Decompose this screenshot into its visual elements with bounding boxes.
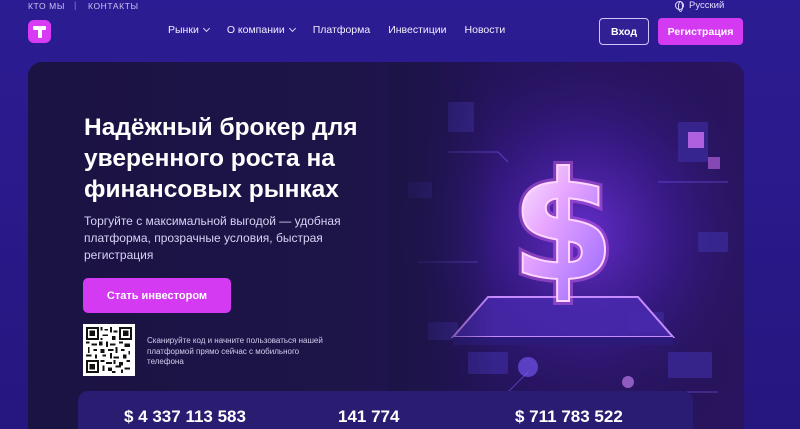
login-button[interactable]: Вход xyxy=(599,18,649,45)
nav-item-label: Инвестиции xyxy=(388,24,447,36)
language-label: Русский xyxy=(689,0,725,11)
stat-value: $ 711 783 522 xyxy=(515,407,623,426)
nav-item-investments[interactable]: Инвестиции xyxy=(388,24,446,36)
nav-item-news[interactable]: Новости xyxy=(465,24,506,36)
qr-caption: Сканируйте код и начните пользоваться на… xyxy=(147,336,323,366)
nav-item-label: О компании xyxy=(226,24,285,36)
top-link-contacts[interactable]: КОНТАКТЫ xyxy=(88,1,139,11)
neon-dollar-sign-icon: $ $ xyxy=(388,62,744,429)
hero-title: Надёжный брокер для уверенного роста на … xyxy=(84,114,358,203)
brand-logo[interactable] xyxy=(28,20,51,43)
globe-icon xyxy=(675,1,684,12)
main-nav: Рынки О компании Платформа Инвестиции Но… xyxy=(168,24,505,36)
become-investor-button[interactable]: Стать инвестором xyxy=(83,278,231,313)
top-strip: КТО МЫ | КОНТАКТЫ Русский xyxy=(0,0,800,14)
stat-value: $ 4 337 113 583 xyxy=(124,407,246,426)
register-button[interactable]: Регистрация xyxy=(658,18,743,45)
stat-value: 141 774 xyxy=(338,407,400,426)
qr-code[interactable] xyxy=(83,324,135,376)
nav-item-company[interactable]: О компании xyxy=(226,24,296,36)
nav-item-label: Рынки xyxy=(168,24,199,36)
top-link-about[interactable]: КТО МЫ xyxy=(28,1,65,11)
language-selector[interactable]: Русский xyxy=(675,0,725,12)
chevron-down-icon xyxy=(288,24,296,33)
nav-item-label: Новости xyxy=(464,24,506,36)
qr-code-icon xyxy=(86,327,132,373)
chevron-down-icon xyxy=(202,24,210,33)
nav-item-platform[interactable]: Платформа xyxy=(313,24,370,36)
stats-panel: $ 4 337 113 583 141 774 $ 711 783 522 xyxy=(78,391,693,429)
logo-t-stem xyxy=(38,26,42,38)
nav-item-label: Платформа xyxy=(312,24,371,36)
nav-item-markets[interactable]: Рынки xyxy=(168,24,210,36)
top-separator: | xyxy=(74,0,77,10)
hero-banner: $ $ Надёжный брокер для уверенного роста… xyxy=(28,62,744,429)
hero-subtitle: Торгуйте с максимальной выгодой — удобна… xyxy=(84,214,341,262)
